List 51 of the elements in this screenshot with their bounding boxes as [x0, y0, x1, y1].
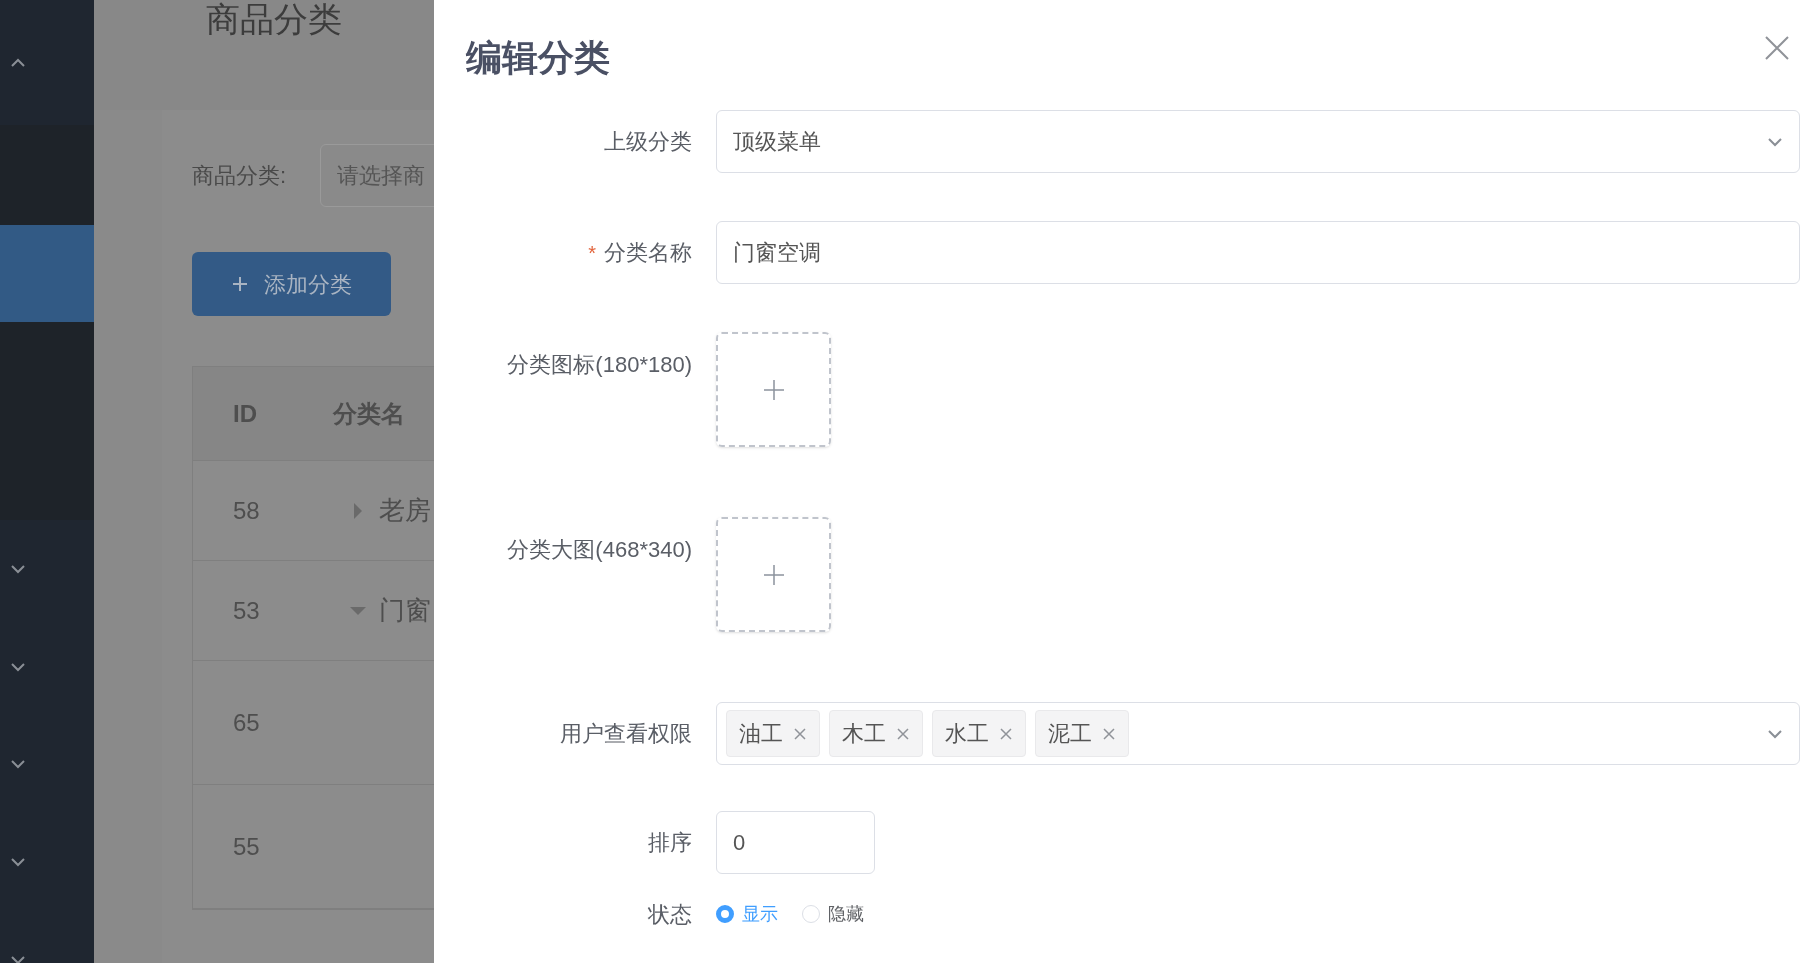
- plus-icon: [762, 378, 785, 401]
- select-field[interactable]: 顶级菜单: [716, 110, 1800, 173]
- input-field[interactable]: 门窗空调: [716, 221, 1800, 284]
- close-icon[interactable]: [1764, 35, 1790, 61]
- multi-select-field[interactable]: 油工 木工 水工 泥工: [716, 702, 1800, 765]
- chevron-icon: [10, 857, 26, 867]
- plus-icon: [762, 563, 785, 586]
- column-header: 分类名: [333, 398, 405, 429]
- close-icon[interactable]: [1102, 726, 1116, 741]
- filter-label: 商品分类:: [192, 162, 287, 190]
- input-field[interactable]: 0: [716, 811, 875, 874]
- required-asterisk: *: [588, 240, 596, 266]
- tag: 木工: [829, 710, 923, 757]
- field-label: 上级分类: [604, 128, 692, 156]
- page-title: 商品分类: [206, 2, 342, 36]
- menu-item[interactable]: [0, 322, 94, 520]
- chevron-icon: [10, 955, 26, 963]
- table-cell-text: 65: [232, 707, 261, 738]
- table-cell-text: 老房: [379, 494, 431, 527]
- plus-icon: [231, 276, 248, 292]
- upload-box[interactable]: [716, 332, 831, 447]
- menu-group[interactable]: [0, 520, 94, 618]
- close-icon[interactable]: [793, 726, 807, 741]
- menu-item[interactable]: [0, 225, 94, 322]
- field-label: 分类大图(468*340): [507, 536, 692, 564]
- table-cell-text: 53: [232, 595, 261, 626]
- chevron-icon: [10, 759, 26, 769]
- upload-box[interactable]: [716, 517, 831, 632]
- field-label: 分类名称: [604, 239, 692, 267]
- field-label: 分类图标(180*180): [507, 351, 692, 379]
- menu-group[interactable]: [0, 0, 94, 125]
- tag: 油工: [726, 710, 820, 757]
- table-cell-text: 门窗: [379, 594, 431, 627]
- chevron-icon: [1767, 728, 1783, 739]
- close-icon[interactable]: [896, 726, 910, 741]
- chevron-icon: [10, 564, 26, 574]
- chevron-icon: [1767, 136, 1783, 147]
- table-cell-text: 55: [232, 831, 261, 862]
- menu-item[interactable]: [0, 125, 94, 225]
- chevron-icon: [10, 57, 26, 68]
- field-label: 用户查看权限: [560, 720, 692, 748]
- close-icon[interactable]: [999, 726, 1013, 741]
- table-cell-text: 58: [232, 495, 261, 526]
- radio-option[interactable]: 隐藏: [802, 900, 864, 928]
- tag: 水工: [932, 710, 1026, 757]
- chevron-icon: [10, 661, 26, 672]
- column-header: ID: [232, 398, 258, 429]
- field-label: 排序: [648, 829, 692, 857]
- field-label: 状态: [648, 900, 692, 929]
- drawer-title: 编辑分类: [466, 40, 610, 76]
- tag: 泥工: [1035, 710, 1129, 757]
